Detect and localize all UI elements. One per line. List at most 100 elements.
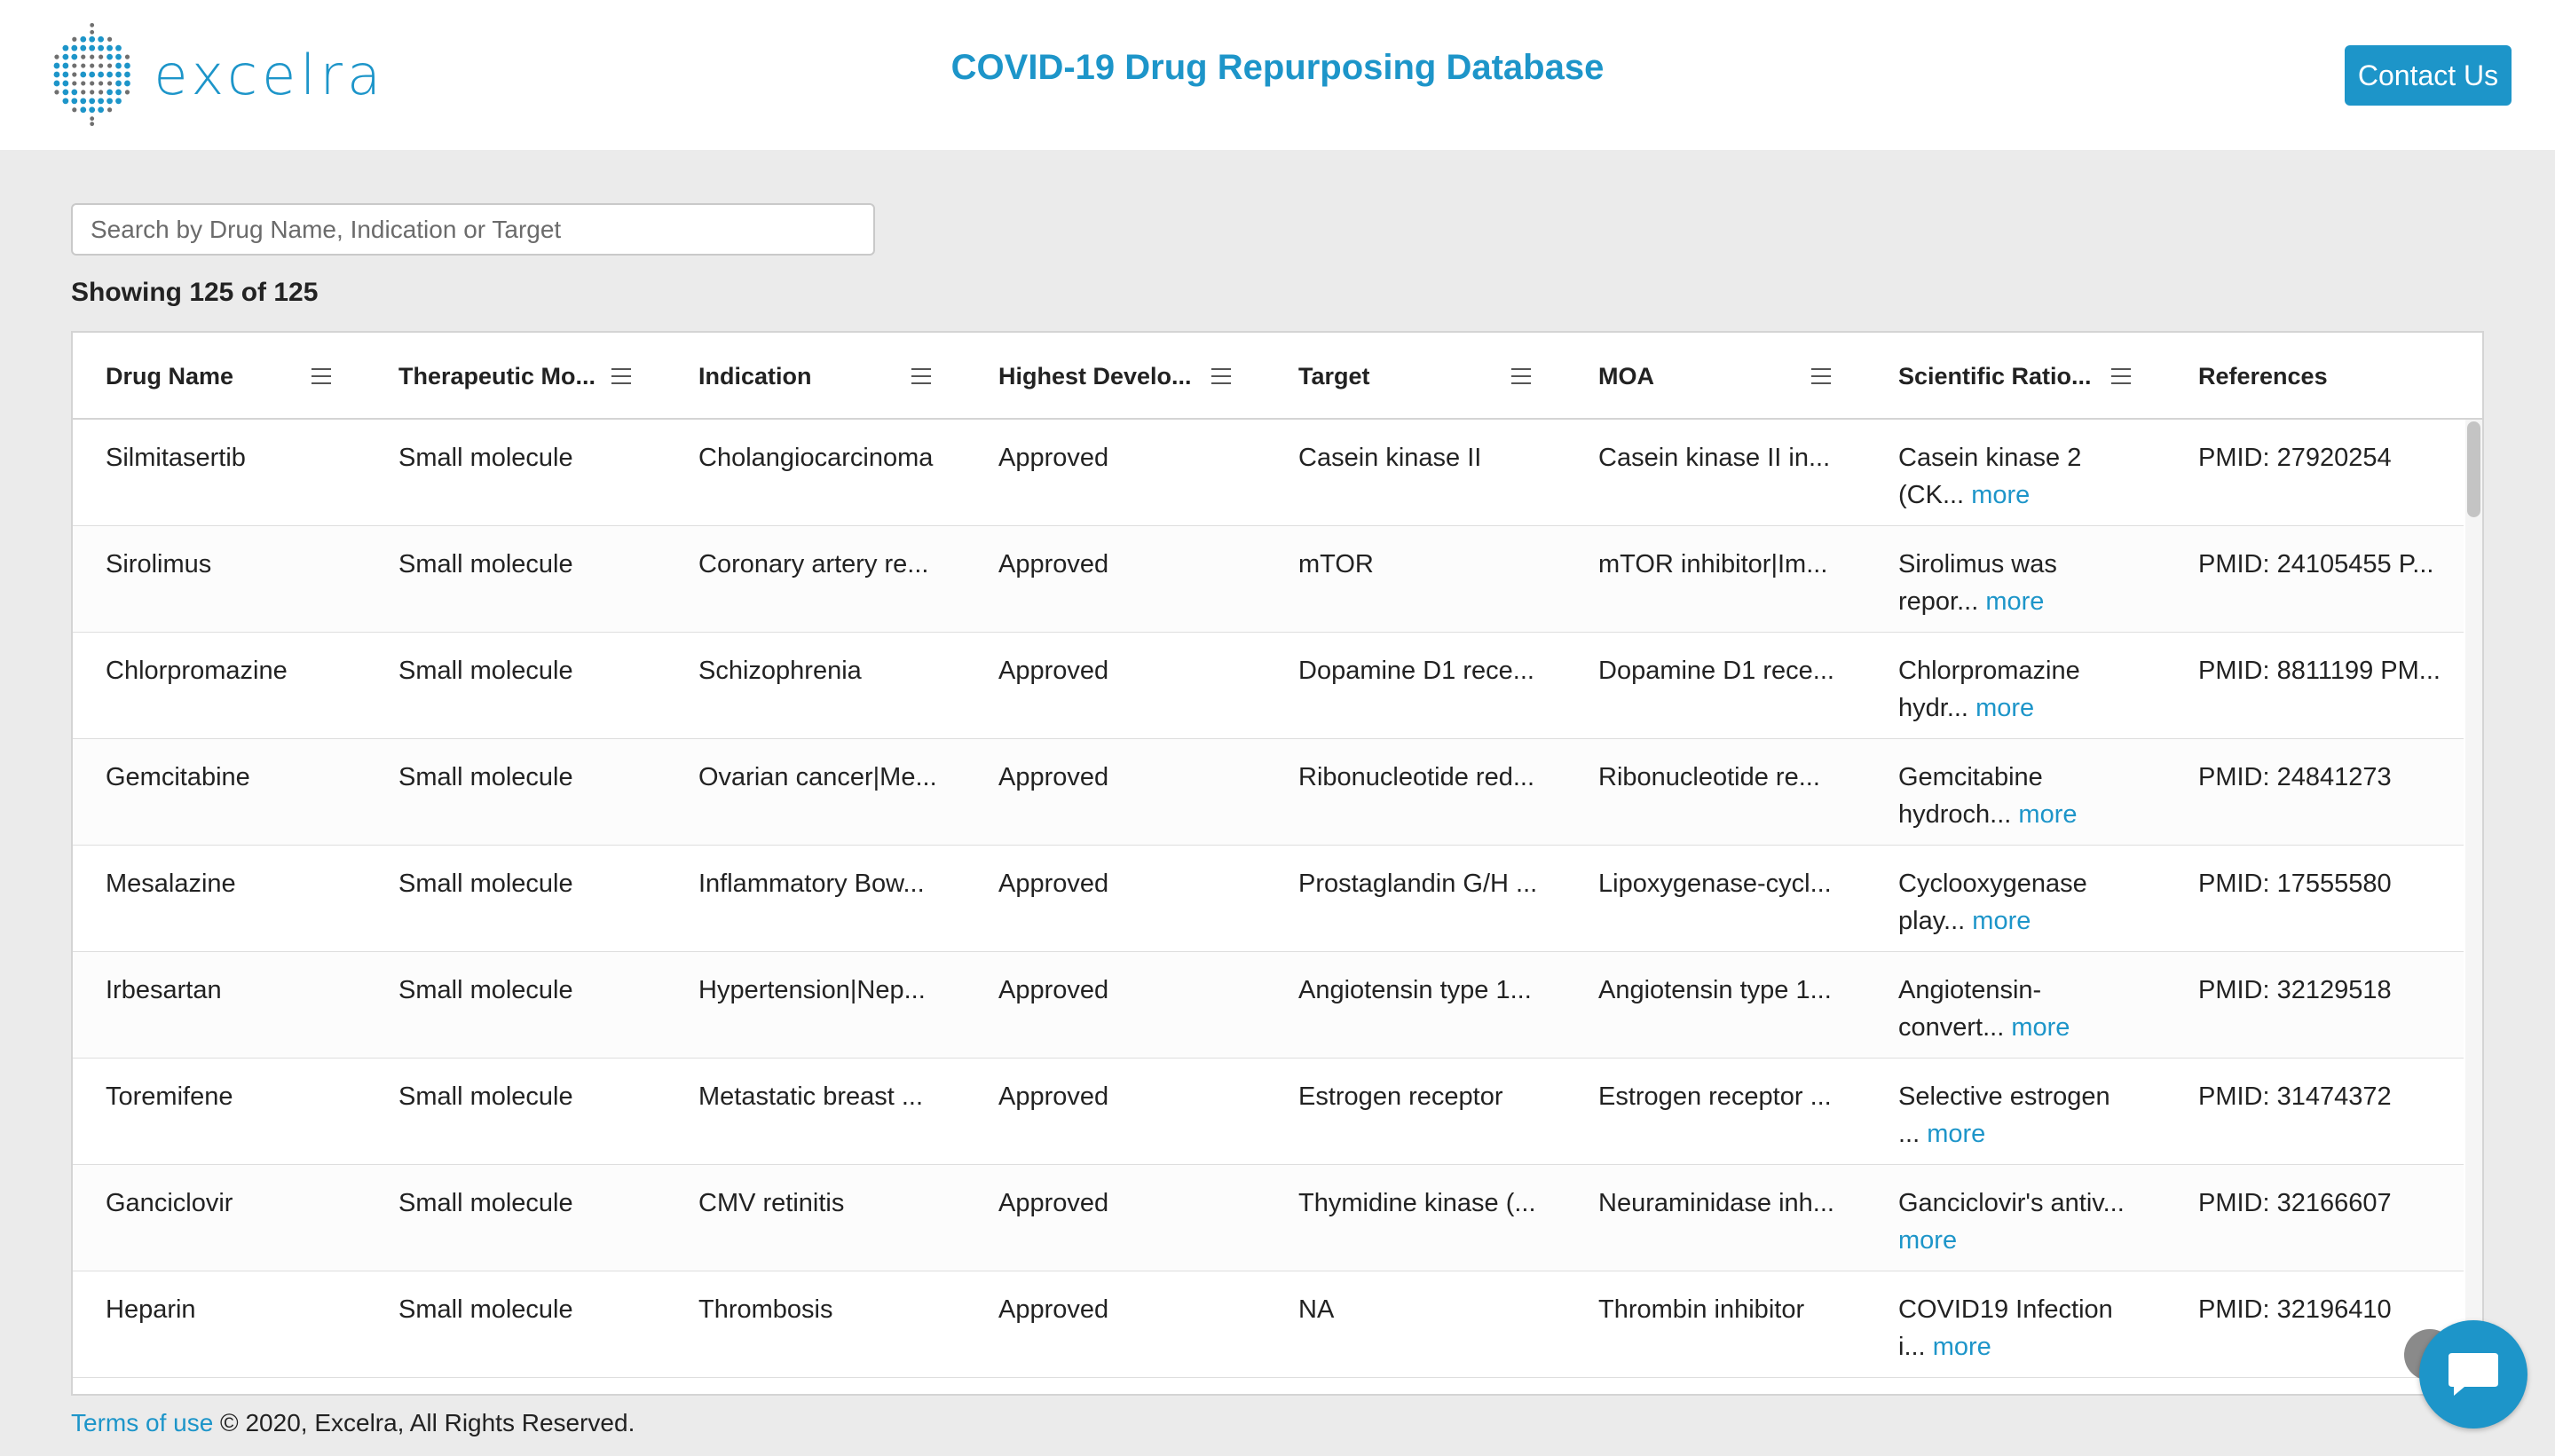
target-cell: Dopamine D1 rece... [1298,657,1534,685]
column-menu-icon[interactable] [911,368,931,384]
logo-dot [71,89,78,96]
drug-name-cell: Ganciclovir [106,1189,233,1217]
rationale-text: hydroch... [1898,800,2012,829]
column-menu-icon[interactable] [1811,368,1831,384]
moa-cell: mTOR inhibitor|Im... [1598,550,1828,578]
modality-cell: Small molecule [398,1295,573,1324]
phase-cell: Approved [998,870,1109,898]
more-link[interactable]: more [2018,800,2077,829]
more-link[interactable]: more [1972,907,2031,935]
logo-dot [72,36,77,42]
column-header-scientific-rationale[interactable]: Scientific Ratio... [1865,333,2165,420]
more-link[interactable]: more [1927,1120,1985,1148]
logo-dot [90,122,95,127]
chat-widget-button[interactable] [2419,1320,2527,1428]
indication-cell: CMV retinitis [698,1189,845,1217]
table-row[interactable]: Gemcitabine Small molecule Ovarian cance… [73,739,2464,846]
column-header-label: Therapeutic Mo... [398,362,596,390]
column-header-moa[interactable]: MOA [1565,333,1865,420]
more-link[interactable]: more [1975,694,2034,722]
rationale-text: Cyclooxygenase [1898,870,2087,898]
logo-dot [89,106,96,114]
rationale-text: Ganciclovir's antiv... [1898,1189,2125,1217]
target-cell: Prostaglandin G/H ... [1298,870,1538,898]
page-title: COVID-19 Drug Repurposing Database [950,48,1605,87]
table-row[interactable]: Chlorpromazine Small molecule Schizophre… [73,633,2464,739]
table-row[interactable]: Sirolimus Small molecule Coronary artery… [73,526,2464,633]
drug-name-cell: Silmitasertib [106,444,246,472]
references-cell: PMID: 24841273 [2198,763,2392,791]
column-header-drug-name[interactable]: Drug Name [73,333,366,420]
table-row[interactable]: Mesalazine Small molecule Inflammatory B… [73,846,2464,952]
target-cell: Ribonucleotide red... [1298,763,1534,791]
table-row[interactable]: Irbesartan Small molecule Hypertension|N… [73,952,2464,1059]
references-cell: PMID: 17555580 [2198,870,2392,898]
drug-name-cell: Irbesartan [106,976,222,1004]
logo-dot [81,90,86,95]
logo-dot [98,98,105,105]
scrollbar-thumb[interactable] [2467,421,2480,517]
column-header-therapeutic-modality[interactable]: Therapeutic Mo... [366,333,666,420]
logo-dot [72,107,77,113]
moa-cell: Ribonucleotide re... [1598,763,1820,791]
column-menu-icon[interactable] [1511,368,1531,384]
logo-dot [90,29,95,35]
logo-dot [98,106,105,114]
column-header-references[interactable]: References [2165,333,2465,420]
modality-cell: Small molecule [398,763,573,791]
logo-dot [80,98,87,105]
drug-name-cell: Chlorpromazine [106,657,288,685]
table-row[interactable]: Ganciclovir Small molecule CMV retinitis… [73,1165,2464,1271]
modality-cell: Small molecule [398,657,573,685]
column-menu-icon[interactable] [2111,368,2131,384]
indication-cell: Cholangiocarcinoma [698,444,934,472]
phase-cell: Approved [998,550,1109,578]
table-row[interactable]: Toremifene Small molecule Metastatic bre… [73,1059,2464,1165]
table-row[interactable]: Heparin Small molecule Thrombosis Approv… [73,1271,2464,1378]
rationale-text: i... [1898,1333,1926,1361]
table-row[interactable]: Silmitasertib Small molecule Cholangioca… [73,420,2464,526]
rationale-text: Selective estrogen [1898,1082,2110,1111]
indication-cell: Coronary artery re... [698,550,929,578]
rationale-cell: Ganciclovir's antiv... more [1865,1184,2165,1259]
rationale-text: ... [1898,1120,1920,1148]
more-link[interactable]: more [1985,587,2044,616]
indication-cell: Metastatic breast ... [698,1082,924,1111]
phase-cell: Approved [998,1082,1109,1111]
more-link[interactable]: more [1898,1226,1957,1255]
phase-cell: Approved [998,1295,1109,1324]
column-header-label: Highest Develo... [998,362,1192,390]
logo-dot [62,89,69,96]
terms-of-use-link[interactable]: Terms of use [71,1409,213,1436]
logo-dot [99,90,104,95]
table-header: Drug Name Therapeutic Mo... Indication H… [73,333,2482,420]
column-menu-icon[interactable] [611,368,631,384]
references-cell: PMID: 27920254 [2198,444,2392,472]
rationale-text: repor... [1898,587,1979,616]
modality-cell: Small molecule [398,976,573,1004]
references-cell: PMID: 31474372 [2198,1082,2392,1111]
logo-dot [80,35,87,43]
references-cell: PMID: 24105455 P... [2198,550,2434,578]
more-link[interactable]: more [1971,481,2030,509]
column-header-highest-development[interactable]: Highest Develo... [966,333,1266,420]
references-cell: PMID: 32196410 [2198,1295,2392,1324]
table-scrollbar[interactable] [2465,420,2482,1394]
search-input[interactable] [71,203,875,256]
moa-cell: Lipoxygenase-cycl... [1598,870,1832,898]
rationale-text: Angiotensin- [1898,976,2042,1004]
column-header-target[interactable]: Target [1266,333,1565,420]
references-cell: PMID: 32129518 [2198,976,2392,1004]
phase-cell: Approved [998,763,1109,791]
indication-cell: Inflammatory Bow... [698,870,925,898]
contact-us-button[interactable]: Contact Us [2345,45,2512,106]
logo-dot [115,89,122,96]
moa-cell: Casein kinase II in... [1598,444,1831,472]
logo-dot [90,90,95,95]
column-menu-icon[interactable] [1211,368,1231,384]
more-link[interactable]: more [1933,1333,1991,1361]
more-link[interactable]: more [2011,1013,2070,1042]
column-menu-icon[interactable] [311,368,331,384]
rationale-text: COVID19 Infection [1898,1295,2113,1324]
column-header-indication[interactable]: Indication [666,333,966,420]
